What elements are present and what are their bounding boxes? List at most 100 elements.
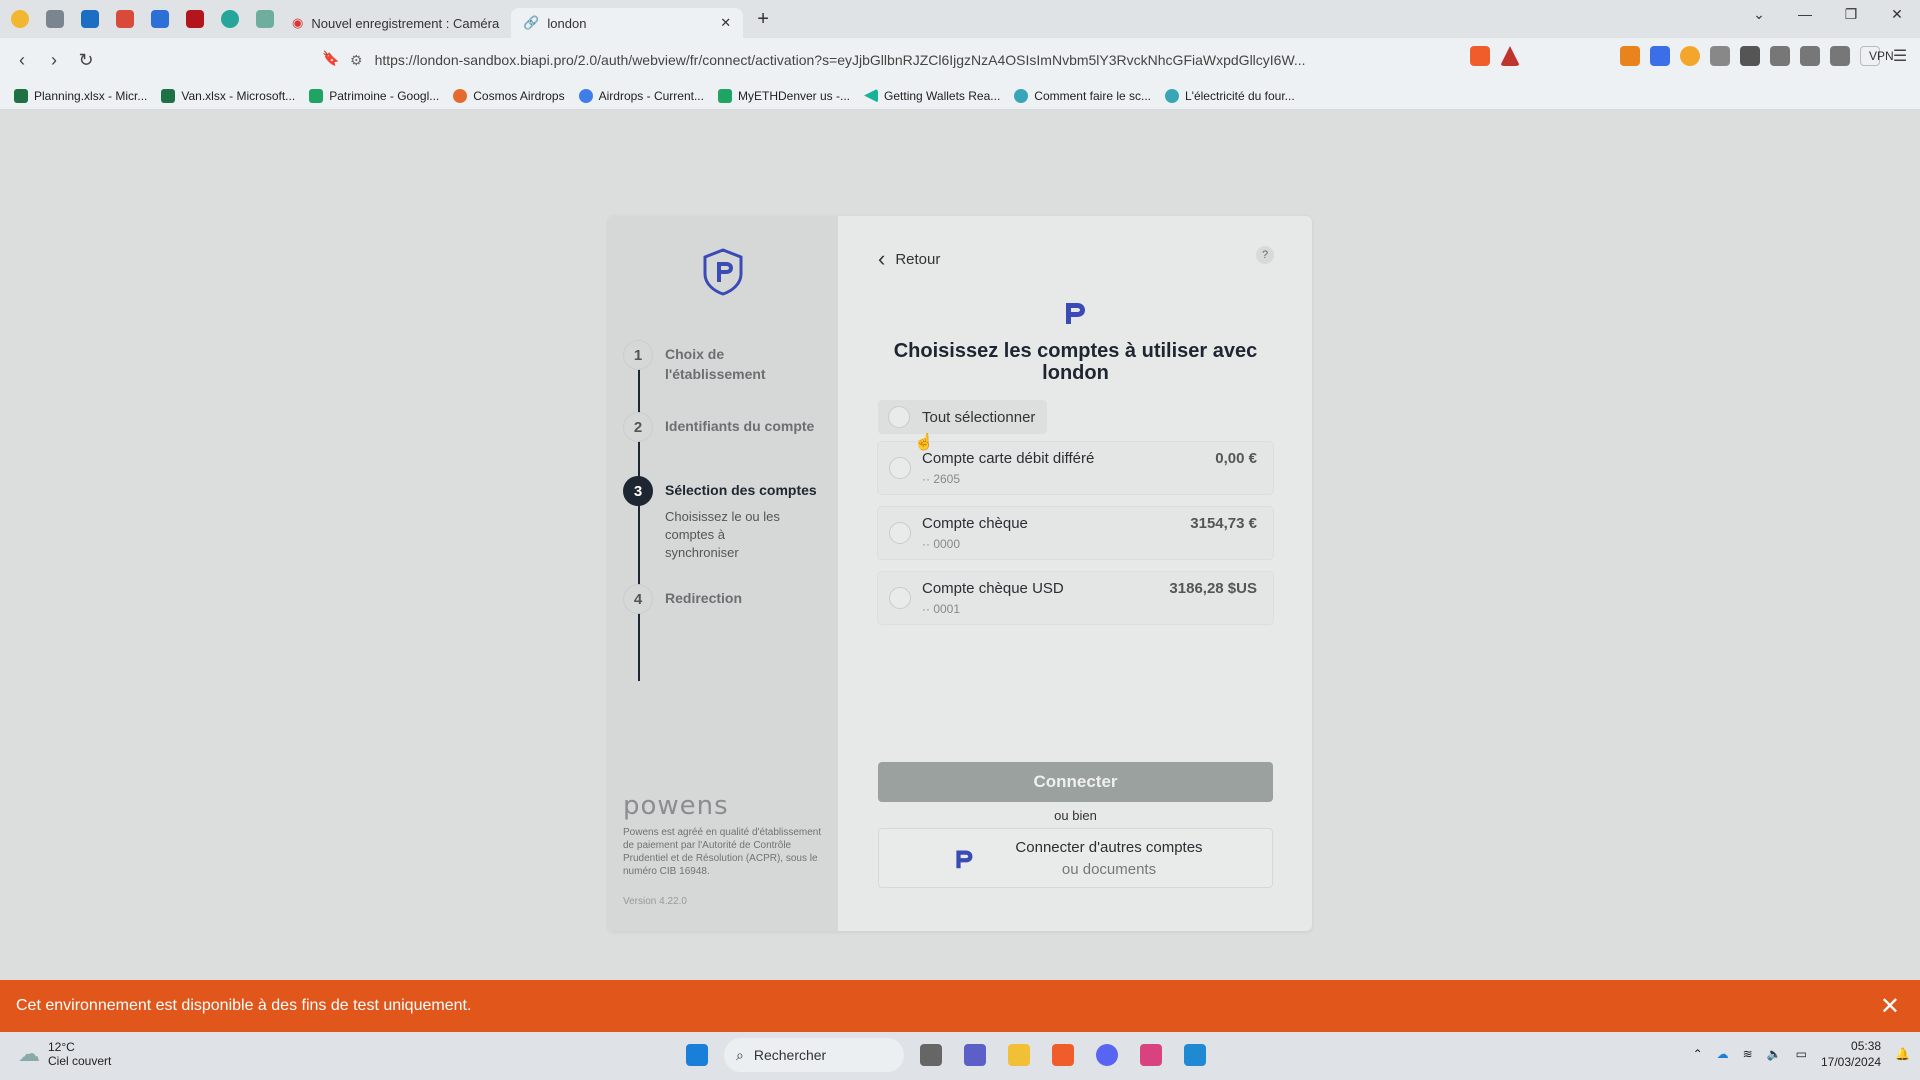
bookmark-item[interactable]: Patrimoine - Googl... [309, 88, 440, 103]
pinned-tab-chatgpt[interactable] [250, 4, 280, 34]
sparkle-icon[interactable] [1680, 46, 1700, 66]
tab-london[interactable]: 🔗 london ✕ [511, 8, 744, 38]
url-field[interactable]: ⚙ https://london-sandbox.biapi.pro/2.0/a… [350, 44, 1430, 76]
account-radio[interactable] [889, 587, 911, 609]
account-balance: 3154,73 € [1190, 515, 1257, 532]
bookmark-item[interactable]: MyETHDenver us -... [717, 88, 850, 103]
account-item[interactable]: Compte chèque ·· 0000 3154,73 € [878, 507, 1273, 559]
bookmark-item[interactable]: Getting Wallets Rea... [864, 88, 1000, 103]
close-window-button[interactable]: ✕ [1874, 0, 1920, 30]
account-radio[interactable] [889, 522, 911, 544]
puzzle-icon[interactable] [1770, 46, 1790, 66]
powens-p-icon [1066, 303, 1085, 324]
sheets-icon [717, 88, 732, 103]
keplr-icon[interactable] [1650, 46, 1670, 66]
close-icon[interactable]: ✕ [1880, 992, 1900, 1021]
discord-ext-icon[interactable] [1740, 46, 1760, 66]
volume-icon[interactable]: 🔈 [1767, 1047, 1782, 1061]
time: 05:38 [1851, 1039, 1882, 1053]
sidebar-icon[interactable] [1800, 46, 1820, 66]
task-view-icon[interactable] [914, 1038, 948, 1072]
connect-button[interactable]: Connecter [878, 762, 1273, 802]
back-nav-icon[interactable]: ‹ [6, 50, 38, 71]
address-bar: ‹ › ↻ 🔖 ⚙ https://london-sandbox.biapi.p… [0, 38, 1920, 82]
tab-bar: ◉ Nouvel enregistrement : Caméra 🔗 london … [0, 0, 1920, 38]
connect-card: 1 Choix de l'établissement 2 Identifiant… [608, 216, 1312, 931]
bookmark-icon[interactable]: 🔖 [322, 50, 339, 67]
reload-icon[interactable]: ↻ [70, 50, 102, 71]
pinned-tab-flag[interactable] [180, 4, 210, 34]
taskbar-search[interactable]: ⌕ Rechercher [724, 1038, 904, 1072]
battery-icon[interactable]: ▭ [1796, 1047, 1807, 1061]
new-tab-button[interactable]: + [757, 8, 769, 31]
extension-icon[interactable] [1710, 46, 1730, 66]
bookmark-item[interactable]: Cosmos Airdrops [453, 88, 565, 103]
extensions-area: VPN ☰ [1470, 46, 1910, 66]
file-explorer-icon[interactable] [1002, 1038, 1036, 1072]
pinned-tab-nav[interactable] [145, 4, 175, 34]
tab-recording[interactable]: ◉ Nouvel enregistrement : Caméra [280, 8, 511, 38]
brave-shield-icon[interactable] [1470, 46, 1490, 66]
tab-label: london [547, 15, 587, 31]
wifi-icon[interactable]: ≋ [1743, 1047, 1753, 1061]
brave-rewards-icon[interactable] [1500, 46, 1520, 66]
help-button[interactable]: ? [1256, 246, 1274, 264]
chevron-up-icon[interactable]: ⌃ [1693, 1047, 1703, 1061]
link-icon: 🔗 [523, 15, 540, 30]
minimize-button[interactable]: — [1782, 0, 1828, 30]
tab-label: Nouvel enregistrement : Caméra [311, 15, 500, 31]
close-tab-icon[interactable]: ✕ [720, 15, 731, 31]
step-label: Identifiants du compte [665, 418, 815, 434]
bookmark-label: L'électricité du four... [1185, 88, 1295, 103]
connect-other-button[interactable]: Connecter d'autres comptes ou documents [878, 828, 1273, 888]
pinned-tab-clock[interactable] [5, 4, 35, 34]
account-item[interactable]: Compte carte débit différé ·· 2605 0,00 … [878, 442, 1273, 494]
vscode-icon[interactable] [1178, 1038, 1212, 1072]
bookmark-item[interactable]: Planning.xlsx - Micr... [14, 88, 147, 103]
account-radio[interactable] [889, 457, 911, 479]
bookmark-label: Comment faire le sc... [1034, 88, 1151, 103]
site-settings-icon[interactable]: ⚙ [350, 52, 363, 69]
powens-p-icon [956, 850, 973, 869]
select-all-toggle[interactable]: Tout sélectionner [878, 400, 1048, 434]
menu-icon[interactable]: ☰ [1890, 46, 1910, 66]
step-3: 3 Sélection des comptes Choisissez le ou… [623, 476, 817, 562]
step-number: 1 [623, 340, 653, 370]
windows-start-icon[interactable] [680, 1038, 714, 1072]
onedrive-icon[interactable]: ☁ [1717, 1047, 1729, 1061]
forward-nav-icon[interactable]: › [38, 50, 70, 71]
step-number: 4 [623, 584, 653, 614]
notification-icon[interactable]: 🔔 [1895, 1047, 1910, 1061]
brave-browser-icon[interactable] [1046, 1038, 1080, 1072]
teams-icon[interactable] [958, 1038, 992, 1072]
bookmark-item[interactable]: Airdrops - Current... [578, 88, 704, 103]
page: 1 Choix de l'établissement 2 Identifiant… [0, 110, 1920, 980]
pinned-tab-outlook[interactable] [75, 4, 105, 34]
discord-icon[interactable] [1090, 1038, 1124, 1072]
cosmos-icon [453, 88, 468, 103]
restore-button[interactable]: ❐ [1828, 0, 1874, 30]
bookmark-item[interactable]: Comment faire le sc... [1014, 88, 1151, 103]
app-icon[interactable] [1134, 1038, 1168, 1072]
select-all-label: Tout sélectionner [922, 408, 1036, 426]
clock[interactable]: 05:38 17/03/2024 [1821, 1038, 1881, 1070]
globe-icon [1014, 88, 1029, 103]
back-button[interactable]: ‹ Retour [878, 246, 940, 272]
account-item[interactable]: Compte chèque USD ·· 0001 3186,28 $US [878, 572, 1273, 624]
pinned-tab-gmail[interactable] [110, 4, 140, 34]
bookmark-label: Patrimoine - Googl... [329, 88, 440, 103]
bookmark-label: Van.xlsx - Microsoft... [181, 88, 296, 103]
select-all-radio[interactable] [888, 406, 910, 428]
wallet-bookmark-icon [864, 88, 879, 103]
account-balance: 0,00 € [1215, 450, 1257, 467]
bookmark-item[interactable]: Van.xlsx - Microsoft... [161, 88, 296, 103]
bookmark-item[interactable]: L'électricité du four... [1165, 88, 1295, 103]
metamask-icon[interactable] [1620, 46, 1640, 66]
pinned-tab-circle[interactable] [215, 4, 245, 34]
pinned-tab-app[interactable] [40, 4, 70, 34]
tab-search-icon[interactable]: ⌄ [1736, 0, 1782, 30]
weather-widget[interactable]: ☁ 12°C Ciel couvert [18, 1040, 111, 1068]
excel-icon [14, 88, 28, 103]
wallet-icon[interactable] [1830, 46, 1850, 66]
vpn-button[interactable]: VPN [1860, 46, 1894, 66]
